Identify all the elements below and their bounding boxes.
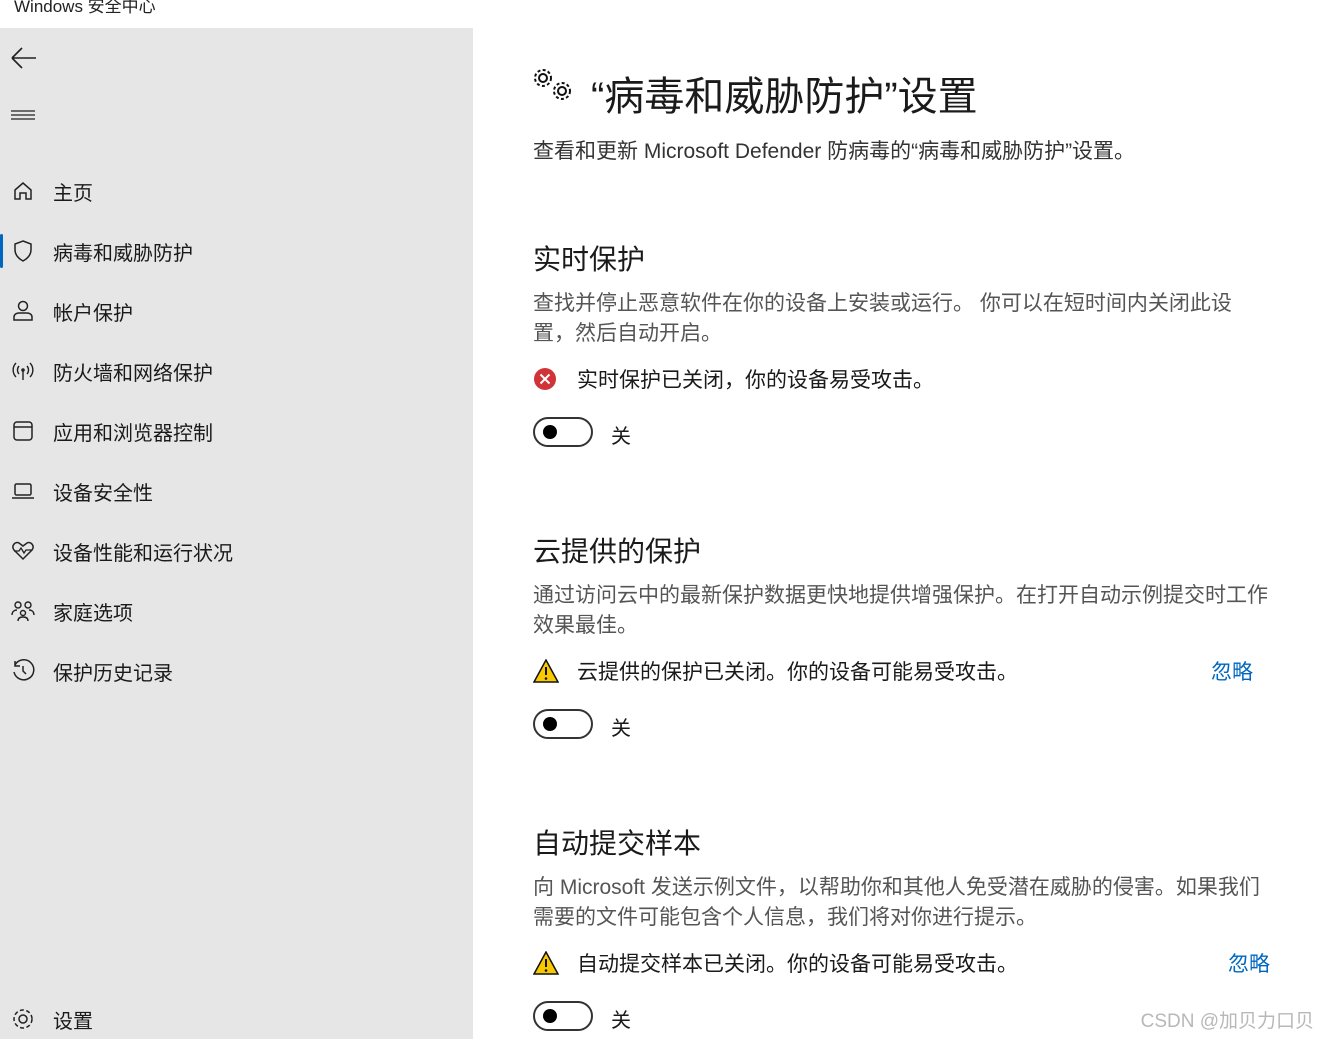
person-icon	[11, 299, 35, 323]
section-description: 通过访问云中的最新保护数据更快地提供增强保护。在打开自动示例提交时工作效果最佳。	[533, 584, 1268, 637]
sidebar-item[interactable]: 保护历史记录	[0, 647, 473, 695]
sidebar-item[interactable]: 病毒和威胁防护	[0, 227, 473, 275]
toggle-label: 关	[611, 1010, 631, 1032]
home-icon	[11, 179, 35, 203]
sidebar-item-label: 帐户保护	[53, 302, 133, 325]
status-alert: 实时保护已关闭，你的设备易受攻击。	[533, 364, 1273, 394]
sidebar-item-settings[interactable]: 设置	[0, 995, 473, 1043]
ignore-link[interactable]: 忽略	[1228, 948, 1270, 978]
toggle-knob	[543, 717, 557, 731]
sidebar-item-label: 设备安全性	[53, 482, 153, 505]
menu-button[interactable]	[10, 108, 36, 127]
toggle-knob	[543, 425, 557, 439]
section-description: 查找并停止恶意软件在你的设备上安装或运行。 你可以在短时间内关闭此设置，然后自动…	[533, 292, 1232, 345]
wireless-icon	[11, 359, 35, 383]
sidebar-item[interactable]: 设备性能和运行状况	[0, 527, 473, 575]
window-title: Windows 安全中心	[14, 0, 156, 16]
toggle-switch[interactable]	[533, 417, 593, 447]
shield-icon	[11, 239, 35, 263]
sidebar-item[interactable]: 防火墙和网络保护	[0, 347, 473, 395]
alert-text: 云提供的保护已关闭。你的设备可能易受攻击。	[577, 661, 1018, 684]
alert-text: 自动提交样本已关闭。你的设备可能易受攻击。	[577, 953, 1018, 976]
toggle-switch[interactable]	[533, 709, 593, 739]
page-subtitle: 查看和更新 Microsoft Defender 防病毒的“病毒和威胁防护”设置…	[533, 140, 1136, 163]
sidebar-item-label: 防火墙和网络保护	[53, 362, 213, 385]
sidebar-item-label: 设备性能和运行状况	[53, 542, 233, 565]
section-heading: 实时保护	[533, 244, 646, 275]
watermark: CSDN @加贝力口贝	[1140, 1011, 1314, 1032]
sidebar-item[interactable]: 设备安全性	[0, 467, 473, 515]
sidebar-item-label: 保护历史记录	[53, 662, 173, 685]
sidebar-item-label: 主页	[53, 182, 93, 205]
error-icon	[534, 368, 556, 390]
sidebar-item[interactable]: 主页	[0, 167, 473, 215]
sidebar-item-label: 设置	[53, 1010, 93, 1033]
toggle-label: 关	[611, 426, 631, 448]
sidebar-item[interactable]: 家庭选项	[0, 587, 473, 635]
warning-icon	[532, 658, 560, 683]
sidebar-item-label: 家庭选项	[53, 602, 133, 625]
warning-icon	[532, 950, 560, 975]
section-heading: 云提供的保护	[533, 536, 702, 567]
section-heading: 自动提交样本	[533, 828, 702, 859]
section-description: 向 Microsoft 发送示例文件，以帮助你和其他人免受潜在威胁的侵害。如果我…	[533, 876, 1260, 929]
sidebar-item[interactable]: 帐户保护	[0, 287, 473, 335]
back-button[interactable]	[10, 46, 38, 75]
sidebar-item-label: 应用和浏览器控制	[53, 422, 213, 445]
sidebar-item-label: 病毒和威胁防护	[53, 242, 193, 265]
status-alert: 云提供的保护已关闭。你的设备可能易受攻击。 忽略	[532, 656, 1273, 686]
toggle-label: 关	[611, 718, 631, 740]
family-icon	[11, 599, 35, 623]
history-icon	[11, 659, 35, 683]
status-alert: 自动提交样本已关闭。你的设备可能易受攻击。 忽略	[532, 948, 1273, 978]
toggle-knob	[543, 1009, 557, 1023]
page-title: “病毒和威胁防护”设置	[591, 75, 978, 119]
app-window-icon	[11, 419, 35, 443]
ignore-link[interactable]: 忽略	[1211, 656, 1253, 686]
sidebar-item[interactable]: 应用和浏览器控制	[0, 407, 473, 455]
heart-pulse-icon	[11, 539, 35, 563]
laptop-icon	[11, 479, 35, 503]
toggle-switch[interactable]	[533, 1001, 593, 1031]
title-bar: Windows 安全中心	[0, 0, 1328, 28]
gear-icon	[11, 1007, 35, 1031]
hamburger-icon	[11, 110, 35, 120]
back-arrow-icon	[11, 47, 36, 69]
alert-text: 实时保护已关闭，你的设备易受攻击。	[577, 369, 934, 392]
